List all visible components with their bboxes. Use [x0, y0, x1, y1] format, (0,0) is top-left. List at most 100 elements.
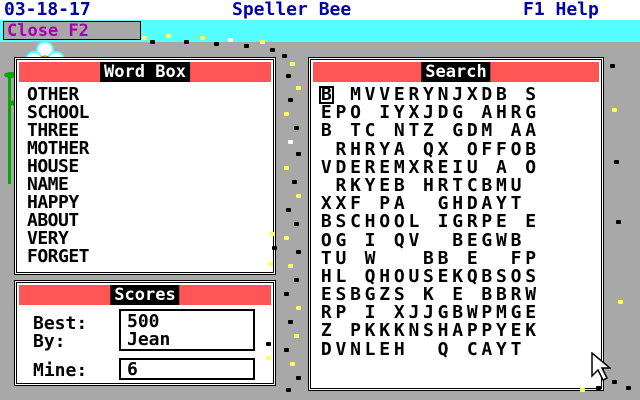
grid-cell[interactable]: V — [407, 231, 422, 250]
grid-cell[interactable] — [348, 250, 363, 268]
grid-cell[interactable]: P — [480, 322, 495, 340]
grid-cell[interactable]: T — [407, 122, 422, 140]
grid-cell[interactable]: G — [334, 231, 349, 250]
grid-cell[interactable] — [407, 141, 422, 159]
grid-cell[interactable]: W — [494, 231, 509, 250]
help-shortcut[interactable]: F1 Help — [523, 0, 599, 20]
grid-cell[interactable]: K — [377, 322, 392, 340]
grid-cell[interactable]: H — [392, 340, 407, 359]
grid-cell[interactable]: S — [334, 213, 349, 231]
grid-cell[interactable]: N — [348, 340, 363, 359]
grid-cell[interactable] — [377, 250, 392, 268]
grid-cell[interactable]: K — [392, 322, 407, 340]
grid-cell[interactable]: P — [348, 322, 363, 340]
grid-cell[interactable] — [407, 250, 422, 268]
grid-cell[interactable]: C — [363, 122, 378, 140]
grid-cell[interactable]: E — [509, 322, 524, 340]
grid-cell[interactable]: P — [523, 249, 538, 268]
grid-cell[interactable]: X — [436, 140, 451, 159]
grid-cell[interactable] — [407, 341, 422, 359]
grid-cell[interactable] — [334, 322, 349, 340]
grid-cell[interactable]: T — [348, 122, 363, 140]
grid-cell[interactable] — [494, 122, 509, 140]
grid-cell[interactable] — [450, 250, 465, 268]
grid-cell[interactable]: G — [480, 231, 495, 250]
grid-cell[interactable]: T — [509, 340, 524, 359]
grid-cell[interactable]: C — [465, 340, 480, 359]
grid-cell[interactable]: U — [334, 249, 349, 268]
grid-cell[interactable]: O — [392, 213, 407, 231]
grid-cell[interactable]: G — [450, 122, 465, 140]
grid-cell[interactable] — [436, 232, 451, 250]
grid-cell[interactable] — [436, 122, 451, 140]
grid-cell[interactable]: H — [436, 322, 451, 340]
grid-cell[interactable]: Q — [392, 231, 407, 250]
grid-cell[interactable]: H — [348, 140, 363, 159]
grid-cell[interactable]: P — [465, 322, 480, 340]
grid-cell[interactable]: I — [436, 213, 451, 231]
grid-cell[interactable]: R — [334, 140, 349, 159]
grid-cell[interactable]: E — [523, 213, 538, 231]
grid-cell[interactable]: Z — [421, 122, 436, 140]
grid-cell[interactable]: B — [421, 249, 436, 268]
grid-cell[interactable]: Z — [319, 322, 334, 340]
grid-cell[interactable]: B — [436, 249, 451, 268]
grid-cell[interactable] — [392, 250, 407, 268]
grid-cell[interactable]: B — [319, 213, 334, 231]
grid-cell[interactable]: N — [392, 122, 407, 140]
grid-cell[interactable]: L — [407, 213, 422, 231]
grid-cell[interactable]: B — [523, 140, 538, 159]
grid-cell[interactable]: P — [480, 213, 495, 231]
grid-cell[interactable] — [421, 213, 436, 231]
grid-cell[interactable]: A — [523, 122, 538, 140]
grid-cell[interactable]: T — [319, 249, 334, 268]
grid-cell[interactable] — [377, 122, 392, 140]
grid-cell[interactable]: L — [363, 340, 378, 359]
grid-cell[interactable]: B — [509, 231, 524, 250]
grid-cell[interactable] — [421, 232, 436, 250]
grid-cell[interactable] — [509, 213, 524, 231]
grid-cell[interactable]: A — [392, 140, 407, 159]
grid-cell[interactable]: E — [377, 340, 392, 359]
grid-cell[interactable]: F — [494, 140, 509, 159]
grid-cell[interactable]: V — [334, 340, 349, 359]
grid-cell[interactable] — [319, 141, 334, 159]
grid-cell[interactable]: O — [465, 140, 480, 159]
grid-cell[interactable] — [523, 232, 538, 250]
grid-cell[interactable]: N — [407, 322, 422, 340]
grid-cell[interactable]: Y — [494, 340, 509, 359]
grid-cell[interactable]: A — [480, 340, 495, 359]
grid-cell[interactable] — [377, 232, 392, 250]
grid-cell[interactable]: R — [465, 213, 480, 231]
letter-grid[interactable]: B MVVERYNJXDB SEPO IYXJDG AHRGB TC NTZ G… — [319, 86, 538, 359]
grid-cell[interactable]: F — [509, 249, 524, 268]
close-button[interactable]: Close F2 — [3, 21, 141, 40]
grid-cell[interactable] — [494, 250, 509, 268]
grid-cell[interactable]: B — [319, 122, 334, 140]
grid-cell[interactable]: Y — [494, 322, 509, 340]
grid-cell[interactable]: O — [509, 140, 524, 159]
grid-cell[interactable]: E — [494, 213, 509, 231]
grid-cell[interactable]: S — [421, 322, 436, 340]
grid-cell[interactable]: M — [480, 122, 495, 140]
grid-cell[interactable] — [334, 122, 349, 140]
grid-cell[interactable]: G — [450, 213, 465, 231]
grid-cell[interactable] — [450, 141, 465, 159]
grid-cell[interactable] — [523, 341, 538, 359]
grid-cell[interactable]: H — [363, 213, 378, 231]
grid-cell[interactable]: A — [509, 122, 524, 140]
grid-cell[interactable]: D — [319, 340, 334, 359]
grid-cell[interactable] — [421, 341, 436, 359]
grid-cell[interactable]: A — [450, 322, 465, 340]
grid-cell[interactable]: C — [348, 213, 363, 231]
grid-cell[interactable]: E — [465, 231, 480, 250]
grid-cell[interactable]: W — [363, 249, 378, 268]
grid-cell[interactable]: K — [523, 322, 538, 340]
grid-cell[interactable]: K — [363, 322, 378, 340]
grid-cell[interactable]: B — [450, 231, 465, 250]
grid-cell[interactable] — [450, 341, 465, 359]
grid-cell[interactable]: R — [363, 140, 378, 159]
grid-cell[interactable] — [480, 250, 495, 268]
grid-cell[interactable]: O — [377, 213, 392, 231]
grid-cell[interactable] — [348, 232, 363, 250]
